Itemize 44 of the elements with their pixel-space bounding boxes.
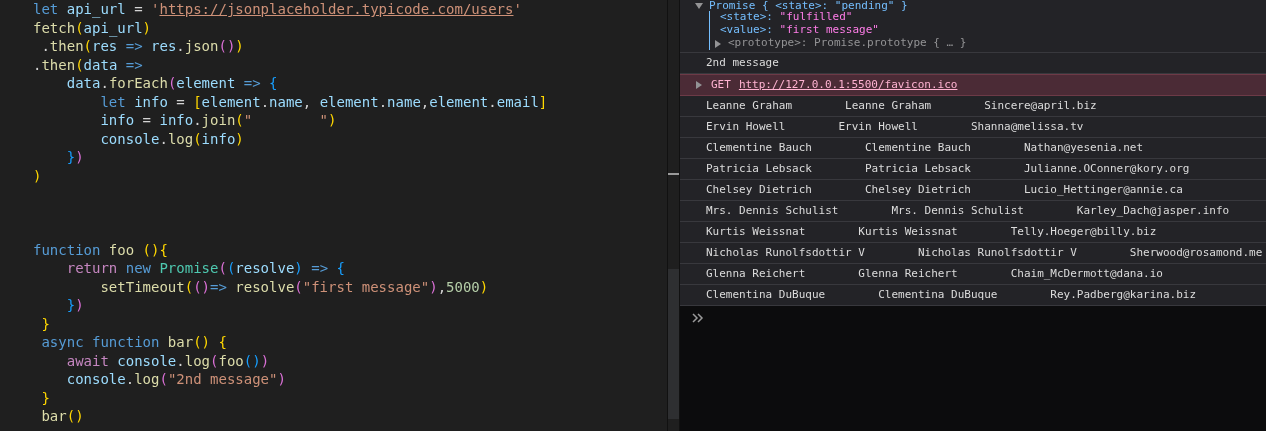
scrollbar-thumb[interactable] — [668, 269, 679, 419]
prototype-entry: <prototype>: Promise.prototype { … } — [728, 35, 967, 52]
request-url-link[interactable]: http://127.0.0.1:5500/favicon.ico — [738, 76, 958, 94]
log-message: Ervin Howell Ervin Howell Shanna@melissa.tv — [706, 118, 1084, 135]
property-entry: <state>: "fulfilled" — [720, 10, 853, 25]
code-line: setTimeout(()=> resolve("first message"),5000) — [99, 278, 489, 295]
code-line: ) — [33, 167, 42, 184]
prompt-chevrons-icon — [692, 313, 704, 323]
log-message: Patricia Lebsack Patricia Lebsack Julianne.OConner@kory.org — [706, 160, 1190, 177]
promise-label: Promise { <state>: "pending" } — [709, 0, 908, 11]
code-line: console.log("2nd message") — [65, 371, 286, 387]
log-message: Chelsey Dietrich Chelsey Dietrich Lucio_Hettinger@annie.ca — [706, 181, 1183, 198]
log-message: Mrs. Dennis Schulist Mrs. Dennis Schulist Karley_Dach@jasper.info — [706, 202, 1230, 219]
code-line: await console.log(foo()) — [65, 352, 270, 369]
expand-arrow-icon[interactable] — [714, 39, 722, 48]
network-error-row[interactable]: GET http://127.0.0.1:5500/favicon.ico — [680, 74, 1266, 96]
log-message: Leanne Graham Leanne Graham Sincere@april.biz — [706, 97, 1097, 114]
log-message: Clementina DuBuque Clementina DuBuque Rey.Padberg@karina.biz — [706, 286, 1197, 303]
log-message: 2nd message — [706, 54, 779, 71]
code-line: bar() — [40, 408, 84, 424]
log-message: Kurtis Weissnat Kurtis Weissnat Telly.Hoeger@billy.biz — [706, 223, 1157, 240]
code-line: } — [40, 389, 50, 406]
code-line: function foo (){ — [33, 241, 168, 258]
log-message: Nicholas Runolfsdottir V Nicholas Runolfsdottir V Sherwood@rosamond.me — [706, 244, 1263, 261]
code-line: info = info.join(" ") — [99, 112, 337, 128]
code-line: }) — [65, 149, 84, 165]
code-line: fetch(api_url) — [33, 19, 152, 36]
code-line: let info = [element.name, element.name,element.email] — [99, 93, 548, 110]
console-input[interactable] — [680, 306, 1266, 431]
code-line: .then(data => — [33, 56, 143, 73]
code-line: data.forEach(element => { — [65, 75, 278, 91]
log-message: Clementine Bauch Clementine Bauch Nathan@yesenia.net — [706, 139, 1144, 156]
code-line: let api_url = 'https://jsonplaceholder.typicode.com/users' — [33, 1, 522, 17]
code-line: } — [40, 315, 50, 332]
expand-arrow-icon[interactable] — [695, 1, 703, 10]
code-line: return new Promise((resolve) => { — [65, 260, 345, 276]
log-message: Glenna Reichert Glenna Reichert Chaim_McDermott@dana.io — [706, 265, 1163, 282]
expand-arrow-icon[interactable] — [695, 81, 703, 89]
property-entry: <value>: "first message" — [720, 22, 879, 38]
request-method: GET — [711, 76, 731, 93]
code-line: .then(res => res.json()) — [40, 38, 244, 54]
code-line: }) — [65, 297, 84, 313]
code-line: console.log(info) — [99, 130, 244, 147]
code-line: async function bar() { — [40, 334, 227, 350]
